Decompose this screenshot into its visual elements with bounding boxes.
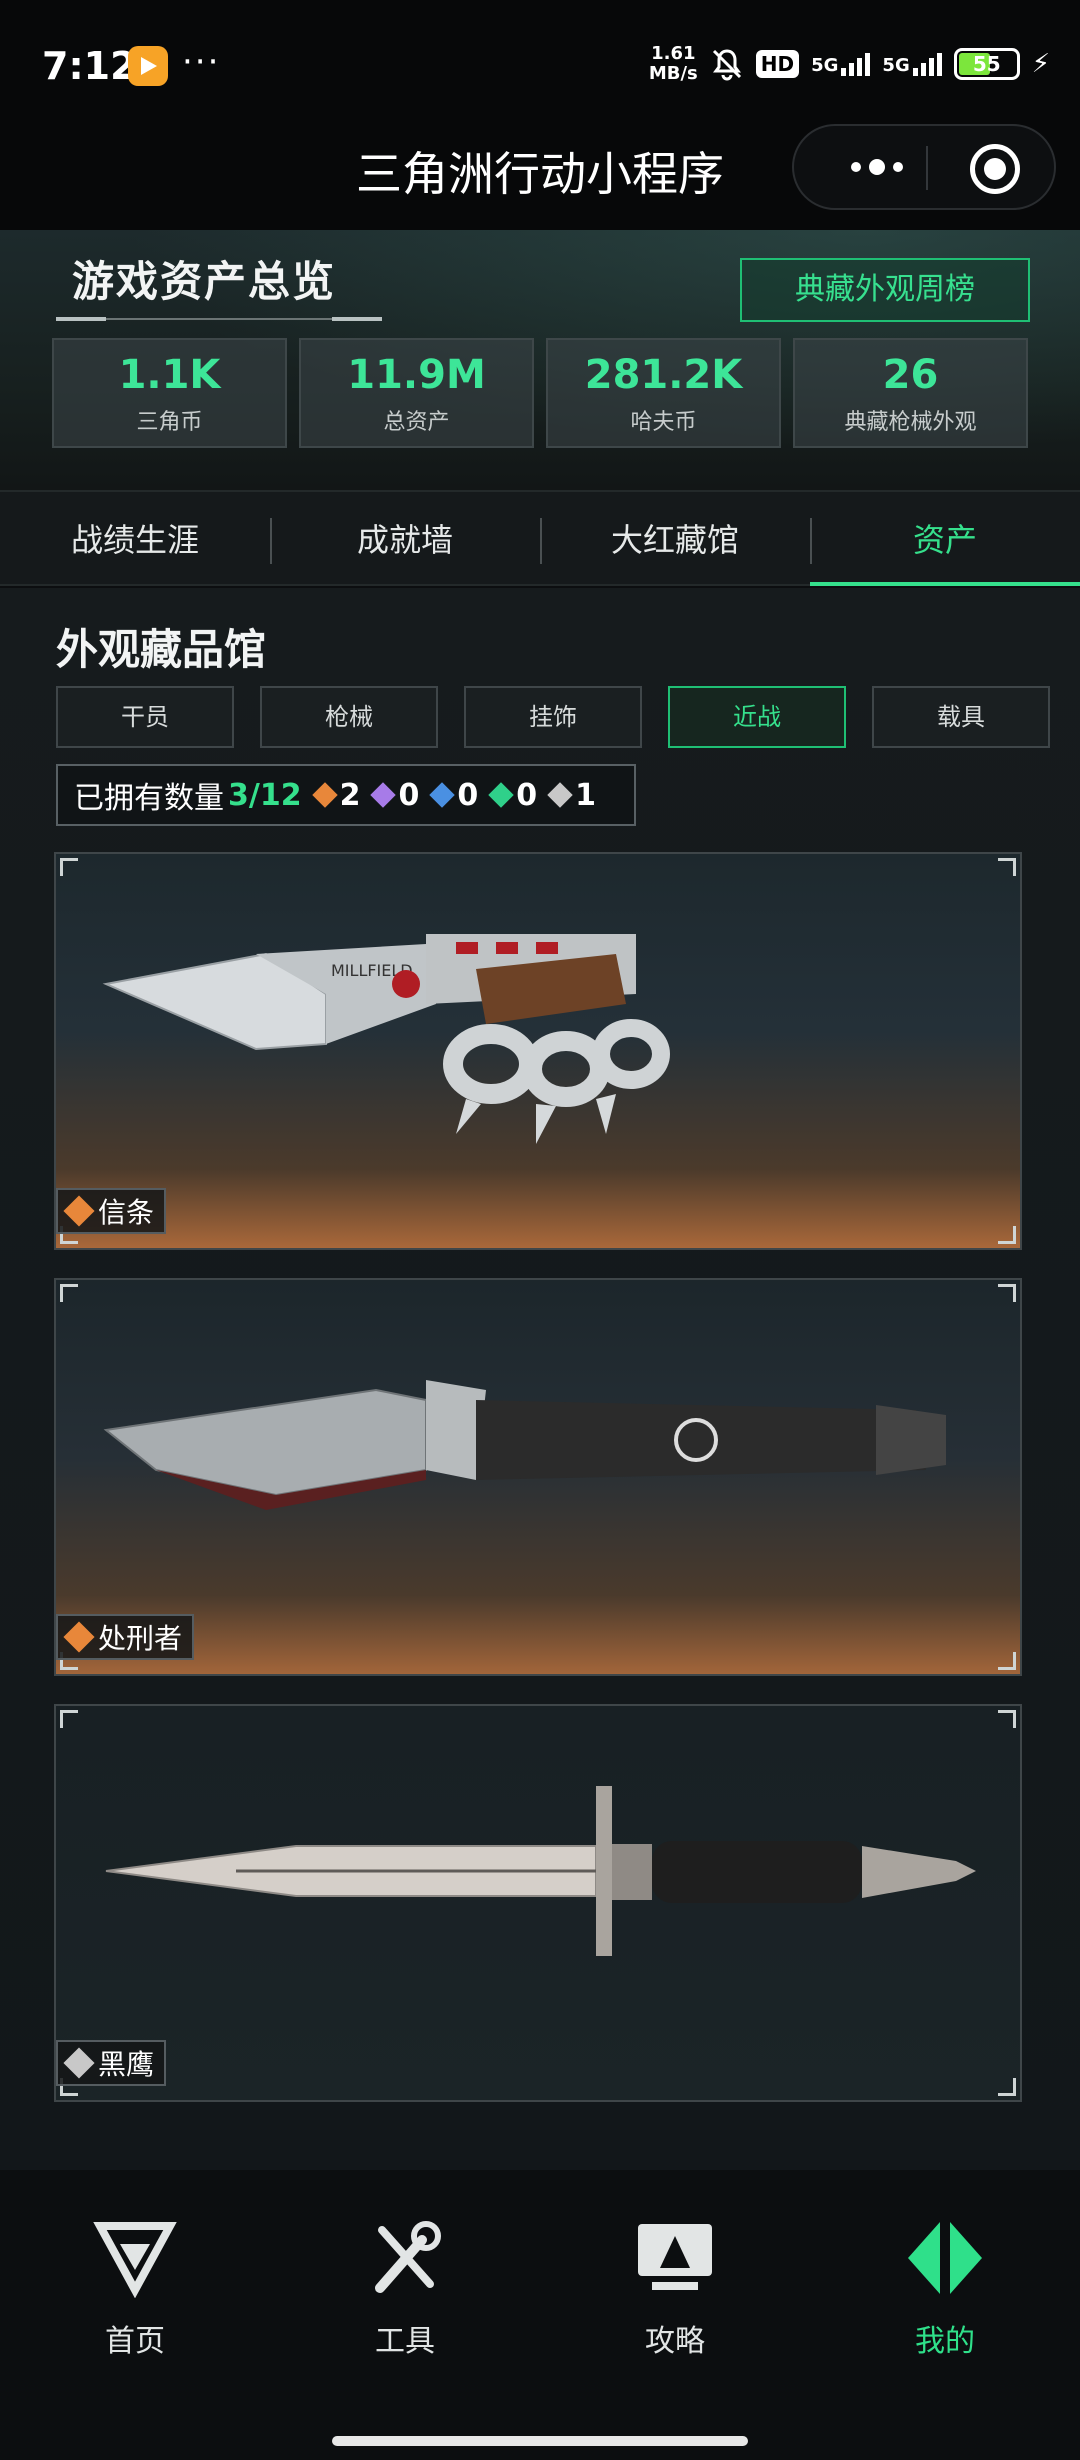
stat-card: 26 典藏枪械外观 xyxy=(793,338,1028,448)
bilibili-app-icon xyxy=(128,46,168,86)
nav-tools[interactable]: 工具 xyxy=(270,2218,540,2360)
more-dots-icon[interactable] xyxy=(832,144,922,190)
overview-title-underline xyxy=(56,314,382,321)
signal-icon: 5G xyxy=(811,52,871,76)
monitor-guide-icon xyxy=(638,2224,712,2290)
blue-diamond-icon xyxy=(429,782,456,808)
owned-label: 已拥有数量 xyxy=(74,781,224,816)
status-time: 7:12 xyxy=(42,44,137,88)
stat-label: 典藏枪械外观 xyxy=(844,410,977,435)
signal-label-1: 5G xyxy=(811,54,839,76)
speed-value: 1.61 xyxy=(651,43,696,64)
nav-guides[interactable]: 攻略 xyxy=(540,2218,810,2360)
melee-item-card[interactable]: 处刑者 xyxy=(54,1278,1022,1676)
filter-guns[interactable]: 枪械 xyxy=(260,686,438,748)
stat-card: 281.2K 哈夫币 xyxy=(546,338,781,448)
stat-label: 哈夫币 xyxy=(630,410,697,435)
home-indicator[interactable] xyxy=(332,2436,748,2446)
profile-diamond-icon xyxy=(908,2222,982,2294)
status-more: ··· xyxy=(182,42,221,82)
melee-item-card[interactable]: 黑鹰 xyxy=(54,1704,1022,2102)
nav-label: 攻略 xyxy=(645,2324,705,2359)
wrench-screwdriver-icon xyxy=(375,2221,441,2293)
nav-label: 首页 xyxy=(105,2324,165,2359)
hd-badge: HD xyxy=(755,50,800,78)
rarity-count-value: 0 xyxy=(398,777,420,813)
stat-value: 1.1K xyxy=(118,352,221,398)
orange-diamond-icon xyxy=(311,782,338,808)
item-name: 处刑者 xyxy=(98,1622,183,1655)
item-name-tag: 处刑者 xyxy=(56,1614,195,1660)
main-tabs: 战绩生涯 成就墙 大红藏馆 资产 xyxy=(0,490,1080,586)
filter-charms[interactable]: 挂饰 xyxy=(464,686,642,748)
purple-diamond-icon xyxy=(370,782,397,808)
rarity-count: 0 xyxy=(370,777,420,813)
bottom-nav: 首页 工具 攻略 我的 xyxy=(0,2170,1080,2460)
nav-label: 我的 xyxy=(915,2324,975,2359)
speed-unit: MB/s xyxy=(648,63,698,84)
green-diamond-icon xyxy=(488,782,514,808)
rarity-count: 0 xyxy=(429,777,479,813)
capsule-divider xyxy=(926,146,928,190)
collection-section: 外观藏品馆 干员 枪械 挂饰 近战 载具 已拥有数量 3/12 2 0 0 0 … xyxy=(0,588,1080,2170)
tab-career[interactable]: 战绩生涯 xyxy=(0,492,270,584)
owned-summary: 已拥有数量 3/12 2 0 0 0 1 xyxy=(56,764,636,826)
rarity-count-value: 0 xyxy=(516,777,538,813)
rarity-count-value: 0 xyxy=(457,777,479,813)
signal-label-2: 5G xyxy=(882,54,910,76)
rarity-count: 1 xyxy=(547,777,596,813)
stat-label: 总资产 xyxy=(383,410,450,435)
nav-label: 工具 xyxy=(375,2324,435,2359)
black-hawk-knife-image xyxy=(105,1786,976,1956)
item-name: 信条 xyxy=(98,1196,155,1229)
owned-count: 3/12 xyxy=(228,777,302,813)
stat-value: 26 xyxy=(882,352,939,398)
weekly-ranking-button[interactable]: 典藏外观周榜 xyxy=(740,258,1030,322)
stat-value: 11.9M xyxy=(347,352,486,398)
executioner-knife-image xyxy=(103,1380,946,1510)
signal-icon-2: 5G xyxy=(882,52,942,76)
rarity-count-value: 2 xyxy=(339,777,361,813)
mini-program-capsule xyxy=(792,124,1056,210)
status-bar: 7:12 ··· 1.61 MB/s HD 5G 5G 55 ⚡ xyxy=(0,0,1080,120)
collection-title: 外观藏品馆 xyxy=(56,625,267,674)
charging-icon: ⚡ xyxy=(1031,49,1050,79)
stat-value: 281.2K xyxy=(584,352,743,398)
white-diamond-icon xyxy=(547,782,573,808)
nav-home[interactable]: 首页 xyxy=(0,2218,270,2360)
white-diamond-icon xyxy=(63,2047,95,2079)
delta-logo-icon xyxy=(93,2222,177,2299)
battery-icon: 55 xyxy=(953,48,1020,80)
orange-diamond-icon xyxy=(63,1621,95,1653)
item-name-tag: 信条 xyxy=(56,1188,167,1234)
tab-red-collection[interactable]: 大红藏馆 xyxy=(540,492,810,584)
knuckle-knife-image: MILLFIELD xyxy=(102,934,670,1144)
rarity-count-value: 1 xyxy=(575,777,596,813)
filter-operators[interactable]: 干员 xyxy=(56,686,234,748)
rarity-count: 2 xyxy=(311,777,361,813)
category-filters: 干员 枪械 挂饰 近战 载具 xyxy=(56,686,1050,748)
filter-melee[interactable]: 近战 xyxy=(668,686,846,748)
mute-bell-icon xyxy=(712,49,741,81)
close-target-icon[interactable] xyxy=(970,144,1020,194)
battery-level: 55 xyxy=(972,52,1001,76)
item-name-tag: 黑鹰 xyxy=(56,2040,167,2086)
tab-assets[interactable]: 资产 xyxy=(810,492,1080,586)
status-right: 1.61 MB/s HD 5G 5G 55 ⚡ xyxy=(649,44,1050,84)
item-name: 黑鹰 xyxy=(98,2048,155,2081)
stat-label: 三角币 xyxy=(136,410,203,435)
melee-item-card[interactable]: MILLFIELD 信条 xyxy=(54,852,1022,1250)
title-bar: 三角洲行动小程序 xyxy=(0,120,1080,230)
tab-achievements[interactable]: 成就墙 xyxy=(270,492,540,584)
filter-vehicles[interactable]: 载具 xyxy=(872,686,1050,748)
rarity-count: 0 xyxy=(488,777,538,813)
stat-card: 1.1K 三角币 xyxy=(52,338,287,448)
network-speed: 1.61 MB/s xyxy=(649,44,698,84)
orange-diamond-icon xyxy=(63,1195,95,1227)
stats-row: 1.1K 三角币 11.9M 总资产 281.2K 哈夫币 26 典藏枪械外观 xyxy=(52,338,1028,448)
stat-card: 11.9M 总资产 xyxy=(299,338,534,448)
nav-profile[interactable]: 我的 xyxy=(810,2218,1080,2360)
overview-title: 游戏资产总览 xyxy=(72,257,337,306)
asset-overview: 游戏资产总览 典藏外观周榜 1.1K 三角币 11.9M 总资产 281.2K … xyxy=(0,230,1080,490)
